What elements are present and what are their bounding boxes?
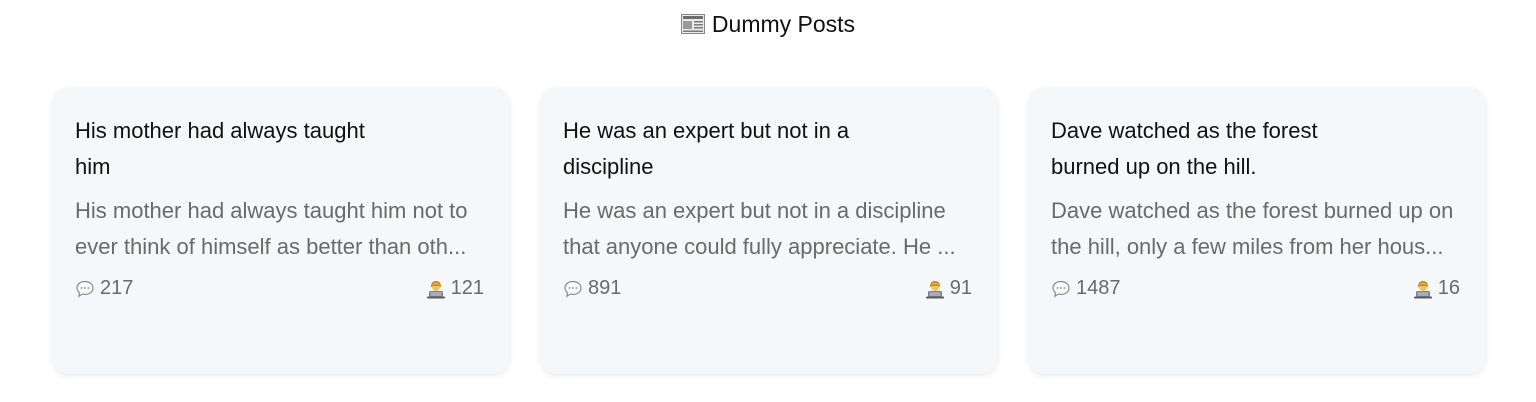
technologist-icon [426,280,445,298]
page-header: Dummy Posts [0,9,1536,39]
post-excerpt: He was an expert but not in a discipline… [563,198,956,259]
speech-bubble-icon [1052,280,1070,298]
speech-bubble-icon [76,280,94,298]
technologist-icon [925,280,944,298]
newspaper-icon [680,11,705,34]
comment-count: 891 [563,277,621,300]
author-count-value: 91 [949,277,972,299]
comment-count: 217 [75,277,133,300]
author-count: 16 [1413,277,1460,300]
author-count: 121 [426,277,484,300]
post-meta: 1487 16 [1051,277,1462,300]
author-count: 91 [925,277,972,300]
comment-count-value: 217 [100,277,134,299]
comment-count: 1487 [1051,277,1121,300]
post-card[interactable]: Dave watched as the forest burned up on … [1028,87,1486,374]
post-excerpt: Dave watched as the forest burned up on … [1051,198,1454,259]
post-meta: 217 121 [75,277,486,300]
post-card[interactable]: His mother had always taught him His mot… [52,87,510,374]
page: Dummy Posts His mother had always taught… [0,0,1536,402]
post-list: His mother had always taught him His mot… [52,87,1486,374]
post-title[interactable]: His mother had always taught him [75,113,405,185]
page-title: Dummy Posts [711,11,856,37]
comment-count-value: 891 [588,277,622,299]
technologist-icon [1413,280,1432,298]
post-title[interactable]: He was an expert but not in a discipline [563,113,893,185]
comment-count-value: 1487 [1076,277,1121,299]
post-meta: 891 91 [563,277,974,300]
author-count-value: 16 [1437,277,1460,299]
post-card[interactable]: He was an expert but not in a discipline… [540,87,998,374]
speech-bubble-icon [564,280,582,298]
post-excerpt: His mother had always taught him not to … [75,198,468,259]
post-title[interactable]: Dave watched as the forest burned up on … [1051,113,1381,185]
author-count-value: 121 [450,277,484,299]
